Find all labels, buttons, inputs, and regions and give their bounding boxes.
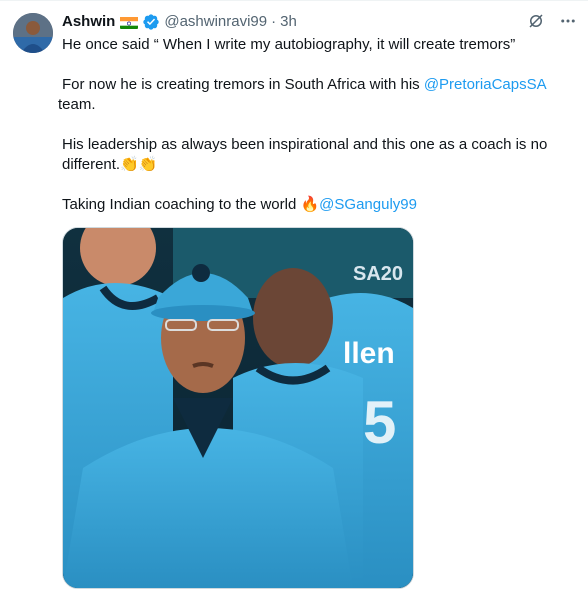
tweet-header: Ashwin @ashwinravi99 · 3h bbox=[62, 12, 297, 32]
avatar-image bbox=[13, 13, 53, 53]
tweet-text: He once said “ When I write my autobiogr… bbox=[58, 35, 572, 235]
tweet-paragraph-2: For now he is creating tremors in South … bbox=[58, 76, 547, 113]
author-name[interactable]: Ashwin bbox=[62, 12, 115, 32]
clapping-hands-emoji: 👏👏 bbox=[120, 156, 158, 173]
author-handle[interactable]: @ashwinravi99 bbox=[164, 12, 267, 32]
pretoria-capitals-cap-logo bbox=[192, 264, 210, 282]
fire-emoji: 🔥 bbox=[300, 196, 320, 213]
more-options-icon[interactable] bbox=[558, 11, 578, 31]
jersey-text: llen bbox=[343, 337, 395, 370]
verified-badge-icon[interactable] bbox=[142, 13, 160, 31]
board-text: SA20 bbox=[353, 263, 403, 285]
svg-text:5: 5 bbox=[363, 389, 396, 456]
tweet-media-photo[interactable]: SA20 llen 5 bbox=[62, 227, 414, 589]
photo-image: SA20 llen 5 bbox=[63, 228, 413, 588]
avatar[interactable] bbox=[13, 13, 53, 53]
tweet-paragraph-3: His leadership as always been inspiratio… bbox=[62, 136, 548, 173]
mention-pretoriacapssa[interactable]: @PretoriaCapsSA bbox=[424, 76, 547, 93]
tweet-paragraph-4: Taking Indian coaching to the world 🔥@SG… bbox=[62, 196, 417, 213]
tweet-actions-top bbox=[526, 11, 578, 31]
timestamp[interactable]: 3h bbox=[280, 12, 297, 32]
separator-dot: · bbox=[271, 13, 277, 30]
india-flag-icon bbox=[120, 16, 139, 29]
tweet-card[interactable]: Ashwin @ashwinravi99 · 3h He once said “… bbox=[0, 0, 588, 589]
grok-icon[interactable] bbox=[526, 11, 546, 31]
mention-sganguly99[interactable]: @SGanguly99 bbox=[319, 196, 417, 213]
tweet-paragraph-1: He once said “ When I write my autobiogr… bbox=[62, 36, 516, 53]
